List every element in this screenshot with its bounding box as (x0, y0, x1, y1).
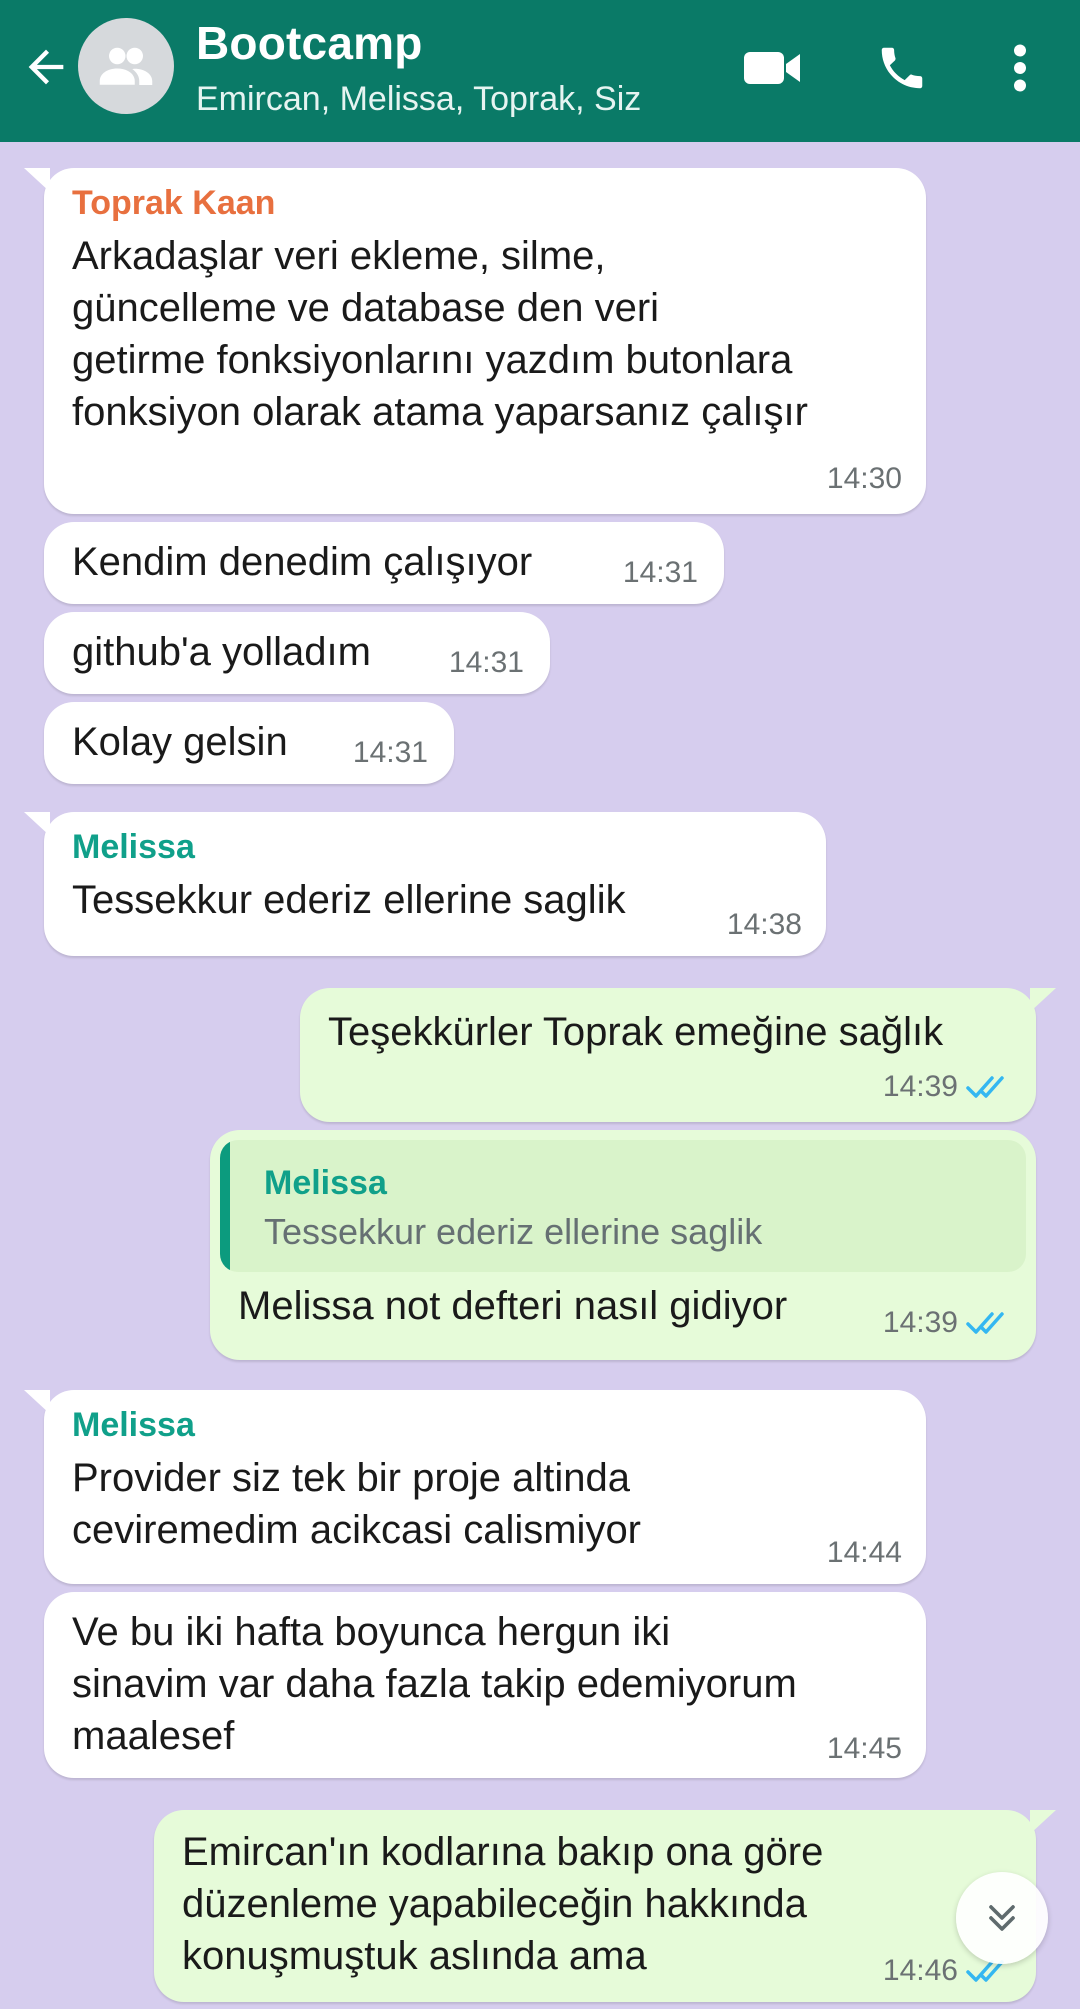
message-sender: Melissa (72, 1406, 195, 1444)
message-text-line: Provider siz tek bir proje altinda (72, 1456, 631, 1500)
message-bubble[interactable]: Melissa Tessekkur ederiz ellerine saglik… (24, 812, 826, 956)
message-sender: Toprak Kaan (72, 184, 276, 222)
phone-icon (881, 47, 923, 89)
message-text: Teşekkürler Toprak emeğine sağlık (328, 1010, 944, 1054)
message-bubble[interactable]: Toprak Kaan Arkadaşlar veri ekleme, silm… (24, 168, 926, 514)
message-text-line: getirme fonksiyonlarını yazdım butonlara (72, 338, 793, 382)
message-sender: Melissa (72, 828, 195, 866)
group-avatar[interactable] (78, 18, 174, 114)
quote-bar (220, 1140, 230, 1272)
message-time: 14:39 (882, 1070, 958, 1103)
message-bubble[interactable]: Ve bu iki hafta boyunca hergun iki sinav… (44, 1592, 926, 1778)
voice-call-button[interactable] (870, 36, 934, 100)
message-text-line: fonksiyon olarak atama yaparsanız çalışı… (72, 390, 808, 434)
message-text-line: Arkadaşlar veri ekleme, silme, (72, 234, 606, 278)
double-check-icon (966, 1312, 1004, 1334)
scroll-down-icon (989, 1905, 1015, 1931)
message-text-line: Emircan'ın kodlarına bakıp ona göre (182, 1830, 824, 1874)
message-bubble[interactable]: Melissa Tessekkur ederiz ellerine saglik… (210, 1130, 1036, 1360)
chat-participants[interactable]: Emircan, Melissa, Toprak, Siz (196, 80, 641, 119)
message-bubble[interactable]: Emircan'ın kodlarına bakıp ona göre düze… (154, 1810, 1056, 2002)
chat-title[interactable]: Bootcamp (196, 16, 423, 70)
message-time: 14:31 (622, 556, 698, 589)
back-arrow-icon (28, 49, 64, 85)
message-bubble[interactable]: github'a yolladım 14:31 (44, 612, 550, 694)
message-bubble[interactable]: Teşekkürler Toprak emeğine sağlık 14:39 (300, 988, 1056, 1122)
quoted-reply[interactable]: Melissa Tessekkur ederiz ellerine saglik (220, 1140, 1026, 1272)
chat-header: Bootcamp Emircan, Melissa, Toprak, Siz (0, 0, 1080, 142)
scroll-to-bottom-button[interactable] (956, 1872, 1048, 1964)
message-list[interactable]: Toprak Kaan Arkadaşlar veri ekleme, silm… (0, 142, 1080, 2009)
video-call-button[interactable] (740, 36, 804, 100)
message-text: Kolay gelsin (72, 720, 288, 764)
message-text-line: düzenleme yapabileceğin hakkında (182, 1882, 807, 1926)
message-time: 14:30 (826, 462, 902, 495)
message-bubble[interactable]: Kolay gelsin 14:31 (44, 702, 454, 784)
message-time: 14:44 (826, 1536, 902, 1569)
message-bubble[interactable]: Kendim denedim çalışıyor 14:31 (44, 522, 724, 604)
more-options-button[interactable] (988, 36, 1052, 100)
message-text: github'a yolladım (72, 630, 371, 674)
message-text-line: ceviremedim acikcasi calismiyor (72, 1508, 642, 1552)
quoted-text: Tessekkur ederiz ellerine saglik (264, 1211, 763, 1252)
message-text: Tessekkur ederiz ellerine saglik (72, 878, 626, 922)
message-time: 14:31 (448, 646, 524, 679)
message-time: 14:39 (882, 1306, 958, 1339)
message-bubble[interactable]: Melissa Provider siz tek bir proje altin… (24, 1390, 926, 1584)
quoted-sender: Melissa (264, 1164, 387, 1202)
message-time: 14:46 (882, 1954, 958, 1987)
message-text-line: konuşmuştuk aslında ama (182, 1934, 647, 1978)
message-text-line: güncelleme ve database den veri (72, 286, 660, 330)
video-call-icon (744, 52, 800, 84)
message-text-line: maalesef (72, 1714, 235, 1758)
message-text-line: Ve bu iki hafta boyunca hergun iki (72, 1610, 671, 1654)
double-check-icon (966, 1076, 1004, 1098)
message-text-line: sinavim var daha fazla takip edemiyorum (72, 1662, 797, 1706)
message-time: 14:38 (726, 908, 802, 941)
group-avatar-icon (99, 47, 153, 85)
message-time: 14:45 (826, 1732, 902, 1765)
message-text: Melissa not defteri nasıl gidiyor (238, 1284, 788, 1328)
more-options-icon (1014, 44, 1026, 92)
message-text: Kendim denedim çalışıyor (72, 540, 533, 584)
back-button[interactable] (18, 36, 74, 98)
message-time: 14:31 (352, 736, 428, 769)
